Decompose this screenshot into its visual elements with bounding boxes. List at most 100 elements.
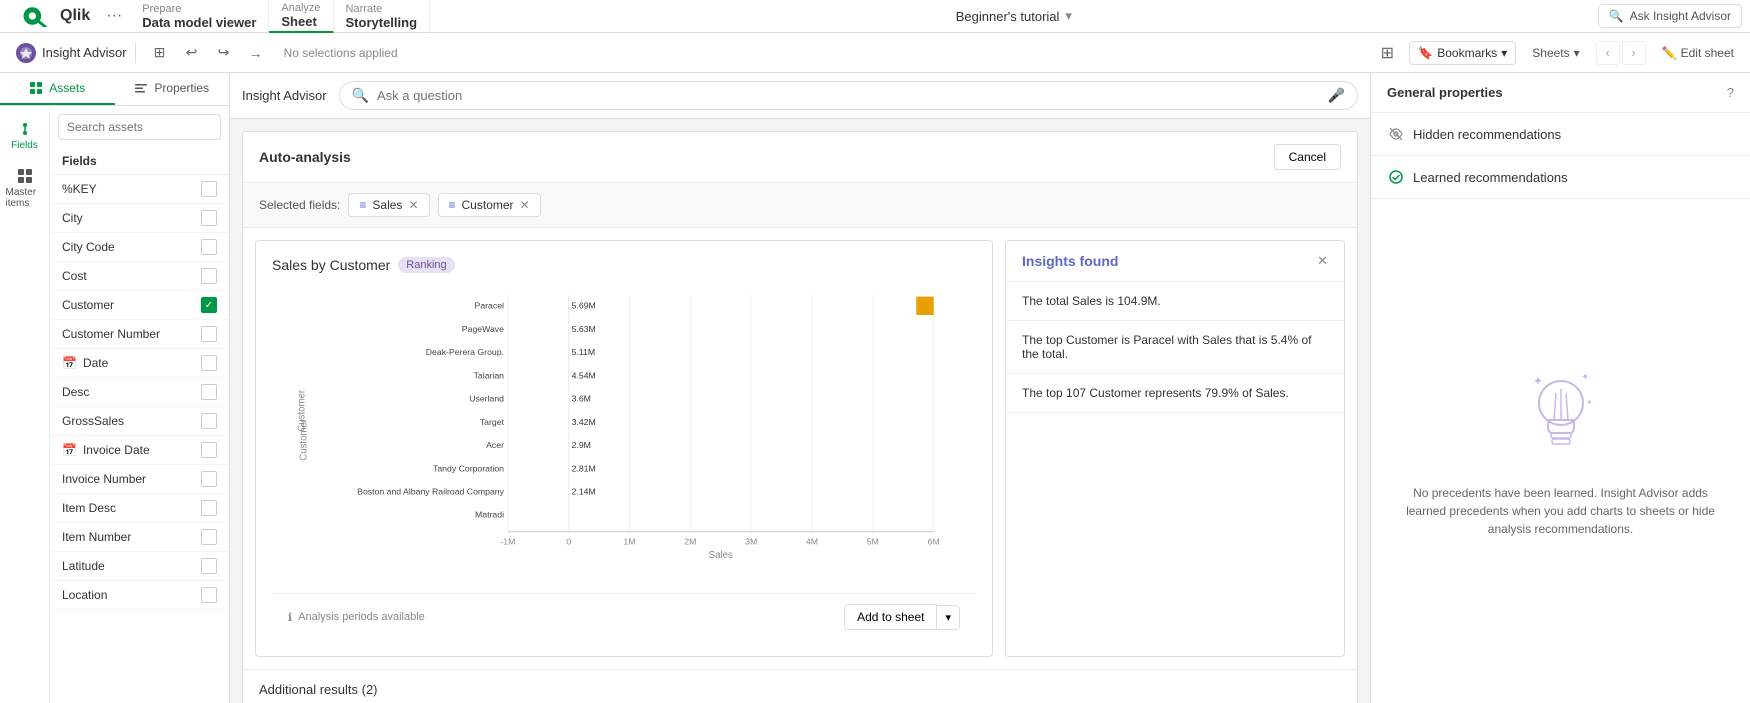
field-checkbox[interactable]: ✓ — [201, 297, 217, 313]
field-name: Item Desc — [62, 501, 116, 515]
svg-text:5.63M: 5.63M — [572, 324, 596, 334]
nav-narrate-label: Narrate — [346, 3, 418, 15]
svg-text:1M: 1M — [623, 536, 635, 546]
hidden-recommendations-label: Hidden recommendations — [1413, 127, 1561, 142]
field-checkbox[interactable] — [201, 239, 217, 255]
nav-app-title[interactable]: Beginner's tutorial ▾ — [430, 8, 1598, 24]
sidebar-item-fields[interactable]: Fields — [2, 114, 48, 157]
field-checkbox[interactable] — [201, 326, 217, 342]
field-checkbox[interactable] — [201, 587, 217, 603]
ask-insight-button[interactable]: 🔍 Ask Insight Advisor — [1598, 4, 1742, 28]
field-label: Item Number — [62, 530, 131, 544]
field-checkbox[interactable] — [201, 355, 217, 371]
field-tag-customer-remove[interactable]: ✕ — [520, 198, 530, 212]
next-sheet-arrow[interactable]: › — [1622, 41, 1646, 65]
additional-results: Additional results (2) — [243, 669, 1357, 703]
field-item[interactable]: Latitude — [50, 552, 229, 581]
field-name: GrossSales — [62, 414, 124, 428]
nav-narrate[interactable]: Narrate Storytelling — [334, 0, 431, 33]
field-checkbox[interactable] — [201, 210, 217, 226]
field-item[interactable]: Invoice Number — [50, 465, 229, 494]
svg-text:Sales: Sales — [709, 550, 733, 561]
selection-icon[interactable]: ⊞ — [146, 39, 174, 67]
field-item[interactable]: GrossSales — [50, 407, 229, 436]
field-checkbox[interactable] — [201, 413, 217, 429]
rp-learned-recommendations[interactable]: Learned recommendations — [1371, 156, 1750, 199]
rp-hidden-recommendations[interactable]: Hidden recommendations — [1371, 113, 1750, 156]
field-tag-sales-remove[interactable]: ✕ — [408, 198, 418, 212]
field-item[interactable]: %KEY — [50, 175, 229, 204]
field-name: Customer Number — [62, 327, 160, 341]
field-label: Latitude — [62, 559, 105, 573]
field-item[interactable]: 📅 Date — [50, 349, 229, 378]
redo-icon[interactable]: ↪ — [210, 39, 238, 67]
field-item[interactable]: Item Desc — [50, 494, 229, 523]
field-checkbox[interactable] — [201, 181, 217, 197]
field-item[interactable]: Item Number — [50, 523, 229, 552]
field-checkbox[interactable] — [201, 500, 217, 516]
field-label: Customer — [62, 298, 114, 312]
field-checkbox[interactable] — [201, 558, 217, 574]
fields-header: Fields — [50, 148, 229, 175]
field-item[interactable]: 📅 Invoice Date — [50, 436, 229, 465]
add-btn-label[interactable]: Add to sheet — [844, 604, 937, 630]
field-name: City — [62, 211, 83, 225]
nav-more-icon[interactable]: ··· — [98, 7, 130, 25]
master-items-icon — [16, 167, 34, 185]
field-item[interactable]: City Code — [50, 233, 229, 262]
field-item[interactable]: Customer Number — [50, 320, 229, 349]
nav-analyze[interactable]: Analyze Sheet — [269, 0, 333, 33]
field-item[interactable]: Desc — [50, 378, 229, 407]
app-title-chevron[interactable]: ▾ — [1065, 8, 1072, 24]
edit-icon: ✏️ — [1662, 46, 1677, 60]
field-item[interactable]: Customer ✓ — [50, 291, 229, 320]
svg-text:Boston and Albany Railroad Com: Boston and Albany Railroad Company — [357, 487, 504, 497]
bookmarks-button[interactable]: 🔖 Bookmarks ▾ — [1409, 41, 1516, 65]
field-item[interactable]: Cost — [50, 262, 229, 291]
right-panel: General properties ? Hidden recommendati… — [1370, 73, 1750, 703]
field-checkbox[interactable] — [201, 268, 217, 284]
cancel-button[interactable]: Cancel — [1274, 144, 1341, 170]
field-checkbox[interactable] — [201, 471, 217, 487]
svg-text:4M: 4M — [806, 536, 818, 546]
rp-help-icon[interactable]: ? — [1727, 85, 1734, 100]
prev-sheet-arrow[interactable]: ‹ — [1596, 41, 1620, 65]
field-item[interactable]: Location — [50, 581, 229, 610]
svg-text:Userland: Userland — [469, 394, 504, 404]
add-to-sheet-button[interactable]: Add to sheet ▾ — [844, 604, 960, 630]
ia-mic-icon[interactable]: 🎤 — [1328, 87, 1345, 104]
search-assets-input[interactable] — [58, 114, 221, 140]
field-label: Desc — [62, 385, 89, 399]
ia-search-input[interactable] — [377, 88, 1320, 103]
info-icon: ℹ — [288, 611, 292, 624]
field-checkbox[interactable] — [201, 529, 217, 545]
tab-assets[interactable]: Assets — [0, 73, 115, 105]
add-btn-dropdown[interactable]: ▾ — [937, 605, 960, 630]
svg-text:✦: ✦ — [1533, 374, 1543, 388]
svg-text:Paracel: Paracel — [475, 301, 505, 311]
sidebar-item-master-items[interactable]: Master items — [2, 161, 48, 215]
svg-text:3M: 3M — [745, 536, 757, 546]
edit-sheet-button[interactable]: ✏️ Edit sheet — [1654, 42, 1742, 64]
rp-illustration: ✦ ✦ ✦ No precedents have been learned. I… — [1371, 199, 1750, 703]
field-checkbox[interactable] — [201, 442, 217, 458]
nav-analyze-sub: Sheet — [281, 14, 320, 29]
undo-icon[interactable]: ↩ — [178, 39, 206, 67]
svg-text:2.81M: 2.81M — [572, 463, 596, 473]
forward-icon[interactable]: → — [242, 39, 270, 67]
ia-search-icon: 🔍 — [352, 87, 369, 104]
ia-search-bar[interactable]: 🔍 🎤 — [339, 81, 1358, 110]
field-checkbox[interactable] — [201, 384, 217, 400]
grid-view-icon[interactable]: ⊞ — [1373, 39, 1401, 67]
top-navigation: Qlik ··· Prepare Data model viewer Analy… — [0, 0, 1750, 33]
no-selections-text: No selections applied — [276, 46, 406, 60]
field-item[interactable]: City — [50, 204, 229, 233]
nav-prepare[interactable]: Prepare Data model viewer — [130, 0, 269, 33]
tab-properties[interactable]: Properties — [115, 73, 230, 105]
calendar-icon: 📅 — [62, 356, 77, 370]
sheets-button[interactable]: Sheets ▾ — [1524, 42, 1587, 64]
qlik-logo[interactable]: Qlik — [8, 5, 98, 27]
search-icon: 🔍 — [1609, 9, 1624, 23]
insights-close-icon[interactable]: ✕ — [1317, 253, 1328, 269]
svg-text:5.69M: 5.69M — [572, 301, 596, 311]
